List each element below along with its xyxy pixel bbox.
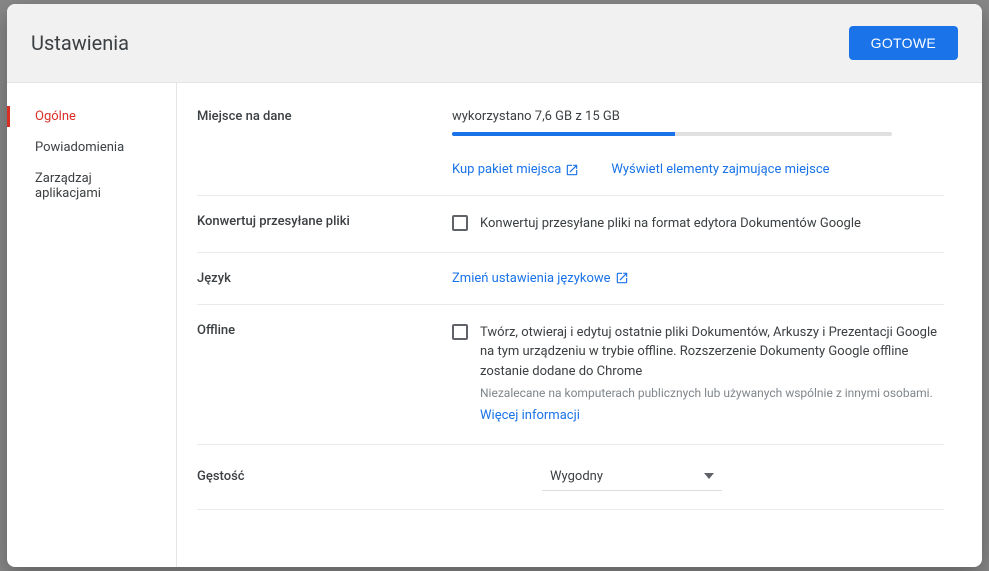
sidebar: Ogólne Powiadomienia Zarządzaj aplikacja… [7,83,177,567]
storage-progress-bar [452,132,892,136]
section-label-density: Gęstość [197,469,452,484]
sidebar-item-general[interactable]: Ogólne [7,101,176,132]
chevron-down-icon [704,473,714,479]
storage-links: Kup pakiet miejsca Wyświetl elementy zaj… [452,162,944,177]
section-label-storage: Miejsce na dane [197,109,452,177]
link-label: Wyświetl elementy zajmujące miejsce [611,162,829,177]
offline-hint: Niezalecane na komputerach publicznych l… [480,384,944,402]
section-label-convert: Konwertuj przesyłane pliki [197,214,452,234]
density-select[interactable]: Wygodny [542,463,722,491]
storage-section: Miejsce na dane wykorzystano 7,6 GB z 15… [197,103,944,196]
offline-checkbox-row: Twórz, otwieraj i edytuj ostatnie pliki … [452,323,944,426]
settings-dialog: Ustawienia GOTOWE Ogólne Powiadomienia Z… [7,4,982,567]
offline-text-group: Twórz, otwieraj i edytuj ostatnie pliki … [480,323,944,426]
convert-checkbox-label: Konwertuj przesyłane pliki na format edy… [480,214,944,234]
section-label-language: Język [197,271,452,286]
storage-body: wykorzystano 7,6 GB z 15 GB Kup pakiet m… [452,109,944,177]
offline-body: Twórz, otwieraj i edytuj ostatnie pliki … [452,323,944,426]
offline-checkbox[interactable] [452,324,468,340]
sidebar-item-label: Ogólne [35,109,76,124]
buy-storage-link[interactable]: Kup pakiet miejsca [452,162,579,177]
density-section: Gęstość Wygodny [197,445,944,510]
external-link-icon [565,163,579,177]
convert-checkbox[interactable] [452,215,468,231]
dialog-title: Ustawienia [31,31,129,55]
done-button[interactable]: GOTOWE [849,26,958,60]
sidebar-item-notifications[interactable]: Powiadomienia [7,132,176,163]
dialog-body: Ogólne Powiadomienia Zarządzaj aplikacja… [7,83,982,567]
link-label: Kup pakiet miejsca [452,162,561,177]
convert-checkbox-row: Konwertuj przesyłane pliki na format edy… [452,214,944,234]
offline-checkbox-label: Twórz, otwieraj i edytuj ostatnie pliki … [480,323,944,382]
storage-usage-text: wykorzystano 7,6 GB z 15 GB [452,109,944,124]
section-label-offline: Offline [197,323,452,426]
sidebar-item-label: Powiadomienia [35,140,124,155]
offline-section: Offline Twórz, otwieraj i edytuj ostatni… [197,305,944,445]
convert-section: Konwertuj przesyłane pliki Konwertuj prz… [197,196,944,253]
sidebar-item-manage-apps[interactable]: Zarządzaj aplikacjami [7,163,176,209]
sidebar-item-label: Zarządzaj aplikacjami [35,171,156,201]
storage-progress-fill [452,132,675,136]
density-selected-value: Wygodny [550,469,603,484]
convert-body: Konwertuj przesyłane pliki na format edy… [452,214,944,234]
settings-content[interactable]: Miejsce na dane wykorzystano 7,6 GB z 15… [177,83,982,567]
change-language-link[interactable]: Zmień ustawienia językowe [452,271,629,286]
dialog-header: Ustawienia GOTOWE [7,4,982,83]
link-label: Zmień ustawienia językowe [452,271,611,286]
view-storage-items-link[interactable]: Wyświetl elementy zajmujące miejsce [611,162,829,177]
offline-more-link[interactable]: Więcej informacji [480,406,580,426]
language-section: Język Zmień ustawienia językowe [197,253,944,305]
language-body: Zmień ustawienia językowe [452,271,944,286]
external-link-icon [615,271,629,285]
